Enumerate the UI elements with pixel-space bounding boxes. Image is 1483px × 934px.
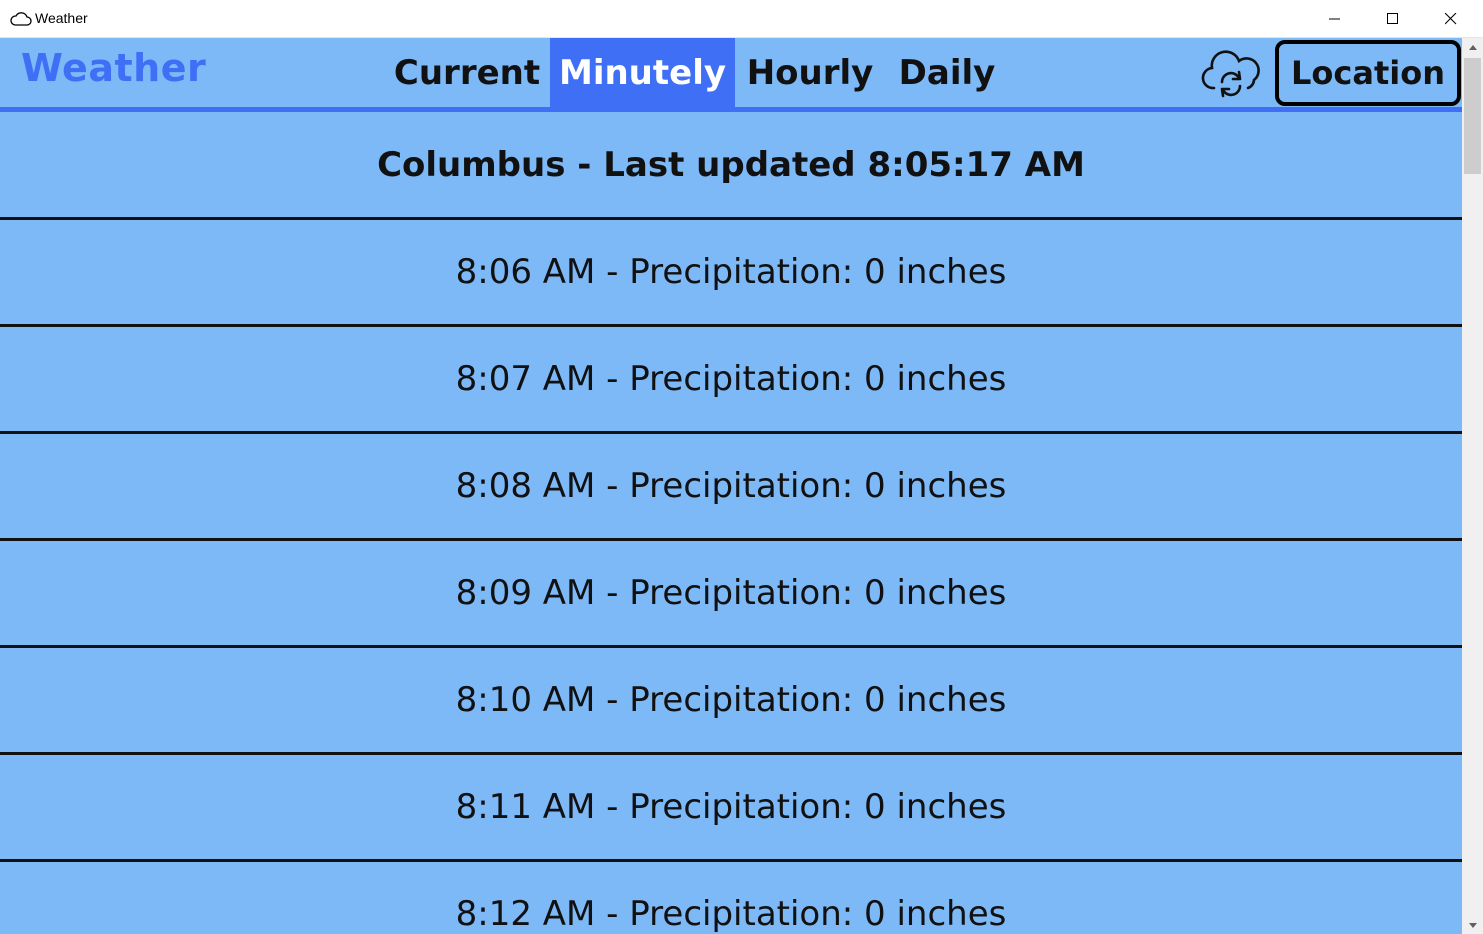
close-button[interactable] <box>1422 0 1480 38</box>
scroll-thumb[interactable] <box>1464 58 1481 174</box>
tab-daily[interactable]: Daily <box>890 38 1004 107</box>
location-button[interactable]: Location <box>1275 40 1461 106</box>
window-title-bar: Weather <box>0 0 1483 38</box>
maximize-icon <box>1387 13 1398 24</box>
tab-minutely[interactable]: Minutely <box>550 38 735 107</box>
window-title: Weather <box>35 10 88 26</box>
list-item: 8:09 AM - Precipitation: 0 inches <box>0 541 1462 648</box>
list-item: 8:06 AM - Precipitation: 0 inches <box>0 220 1462 327</box>
minimize-icon <box>1329 18 1340 20</box>
list-item: 8:10 AM - Precipitation: 0 inches <box>0 648 1462 755</box>
tab-current[interactable]: Current <box>388 38 546 107</box>
list-header: Columbus - Last updated 8:05:17 AM <box>0 112 1462 220</box>
list-item: 8:08 AM - Precipitation: 0 inches <box>0 434 1462 541</box>
list-item: 8:12 AM - Precipitation: 0 inches <box>0 862 1462 934</box>
cloud-refresh-icon <box>1201 50 1260 98</box>
minutely-list: Columbus - Last updated 8:05:17 AM 8:06 … <box>0 112 1462 934</box>
cloud-icon <box>10 12 32 26</box>
brand-title: Weather <box>21 46 207 90</box>
chevron-up-icon <box>1468 44 1477 50</box>
close-icon <box>1445 13 1457 25</box>
list-item: 8:11 AM - Precipitation: 0 inches <box>0 755 1462 862</box>
tab-hourly[interactable]: Hourly <box>740 38 880 107</box>
chevron-down-icon <box>1468 922 1477 928</box>
list-item: 8:07 AM - Precipitation: 0 inches <box>0 327 1462 434</box>
scroll-down-button[interactable] <box>1462 916 1483 934</box>
weather-app: Weather Current Minutely Hourly Daily Lo… <box>0 38 1462 934</box>
refresh-button[interactable] <box>1200 48 1262 100</box>
maximize-button[interactable] <box>1364 0 1422 38</box>
vertical-scrollbar[interactable] <box>1462 38 1483 934</box>
top-nav: Weather Current Minutely Hourly Daily Lo… <box>0 38 1462 107</box>
scroll-up-button[interactable] <box>1462 38 1483 56</box>
minimize-button[interactable] <box>1306 0 1364 38</box>
